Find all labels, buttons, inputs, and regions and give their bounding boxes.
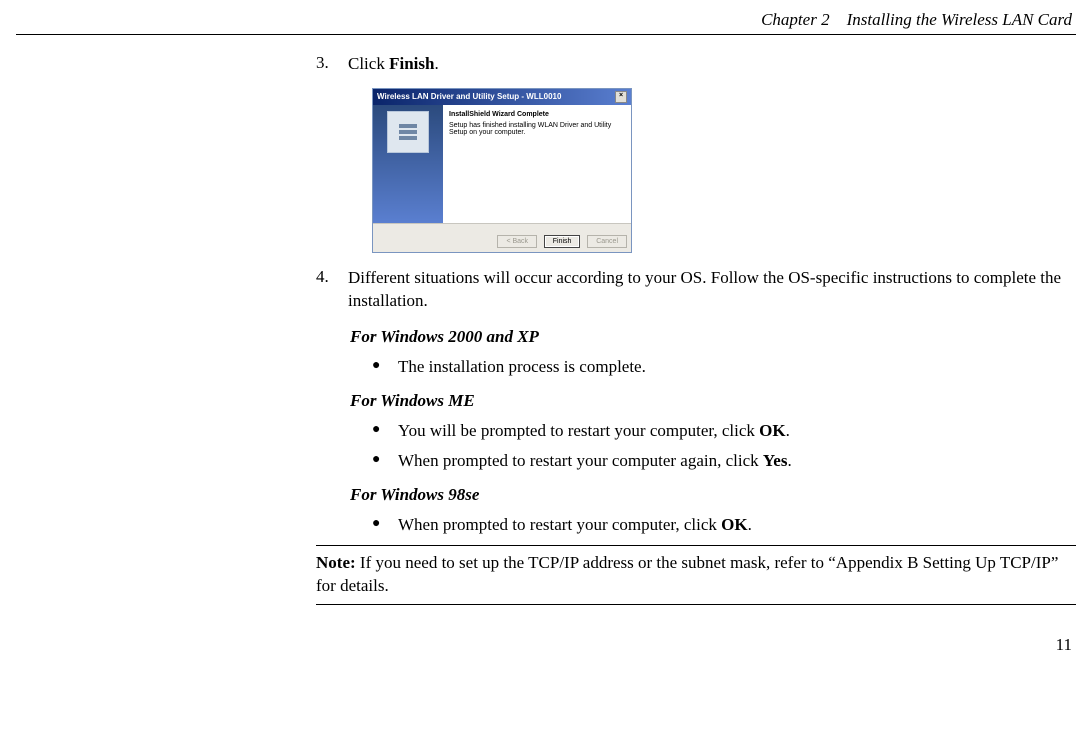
os-heading-98se: For Windows 98se	[350, 485, 1076, 505]
bullet-icon: ●	[372, 515, 398, 535]
list-item: ● When prompted to restart your computer…	[372, 451, 1076, 471]
os-heading-me: For Windows ME	[350, 391, 1076, 411]
list-item: ● When prompted to restart your computer…	[372, 515, 1076, 535]
bullet-text: When prompted to restart your computer, …	[398, 515, 1076, 535]
bullet-text: You will be prompted to restart your com…	[398, 421, 1076, 441]
wizard-heading: InstallShield Wizard Complete	[449, 111, 625, 118]
wizard-body: InstallShield Wizard Complete Setup has …	[373, 105, 631, 223]
wizard-main: InstallShield Wizard Complete Setup has …	[443, 105, 631, 223]
os-heading-2000xp: For Windows 2000 and XP	[350, 327, 1076, 347]
close-icon[interactable]: ×	[615, 91, 627, 103]
note-text: If you need to set up the TCP/IP address…	[316, 553, 1058, 595]
chapter-label: Chapter 2	[761, 10, 829, 29]
wizard-side-graphic	[373, 105, 443, 223]
bullet-text: When prompted to restart your computer a…	[398, 451, 1076, 471]
bullet-icon: ●	[372, 357, 398, 377]
note-label: Note:	[316, 553, 356, 572]
bullet-icon: ●	[372, 451, 398, 471]
step-number: 4.	[316, 267, 348, 313]
wizard-text: Setup has finished installing WLAN Drive…	[449, 122, 625, 136]
cancel-button: Cancel	[587, 235, 627, 248]
list-item: ● The installation process is complete.	[372, 357, 1076, 377]
step-number: 3.	[316, 53, 348, 76]
page-number: 11	[16, 635, 1076, 655]
list-item: ● You will be prompted to restart your c…	[372, 421, 1076, 441]
installer-icon	[387, 111, 429, 153]
wizard-footer: < Back Finish Cancel	[373, 223, 631, 252]
bullet-text: The installation process is complete.	[398, 357, 1076, 377]
step-3: 3. Click Finish.	[316, 53, 1076, 76]
step-4: 4. Different situations will occur accor…	[316, 267, 1076, 313]
finish-button[interactable]: Finish	[544, 235, 581, 248]
wizard-dialog: Wireless LAN Driver and Utility Setup - …	[372, 88, 632, 253]
page-header: Chapter 2 Installing the Wireless LAN Ca…	[16, 10, 1076, 35]
page-content: 3. Click Finish. Wireless LAN Driver and…	[316, 35, 1076, 605]
step-body: Click Finish.	[348, 53, 1076, 76]
wizard-title-text: Wireless LAN Driver and Utility Setup - …	[377, 92, 561, 101]
wizard-titlebar: Wireless LAN Driver and Utility Setup - …	[373, 89, 631, 105]
step-body: Different situations will occur accordin…	[348, 267, 1076, 313]
chapter-title: Installing the Wireless LAN Card	[847, 10, 1072, 29]
back-button: < Back	[497, 235, 537, 248]
note-block: Note: If you need to set up the TCP/IP a…	[316, 546, 1076, 605]
bullet-icon: ●	[372, 421, 398, 441]
